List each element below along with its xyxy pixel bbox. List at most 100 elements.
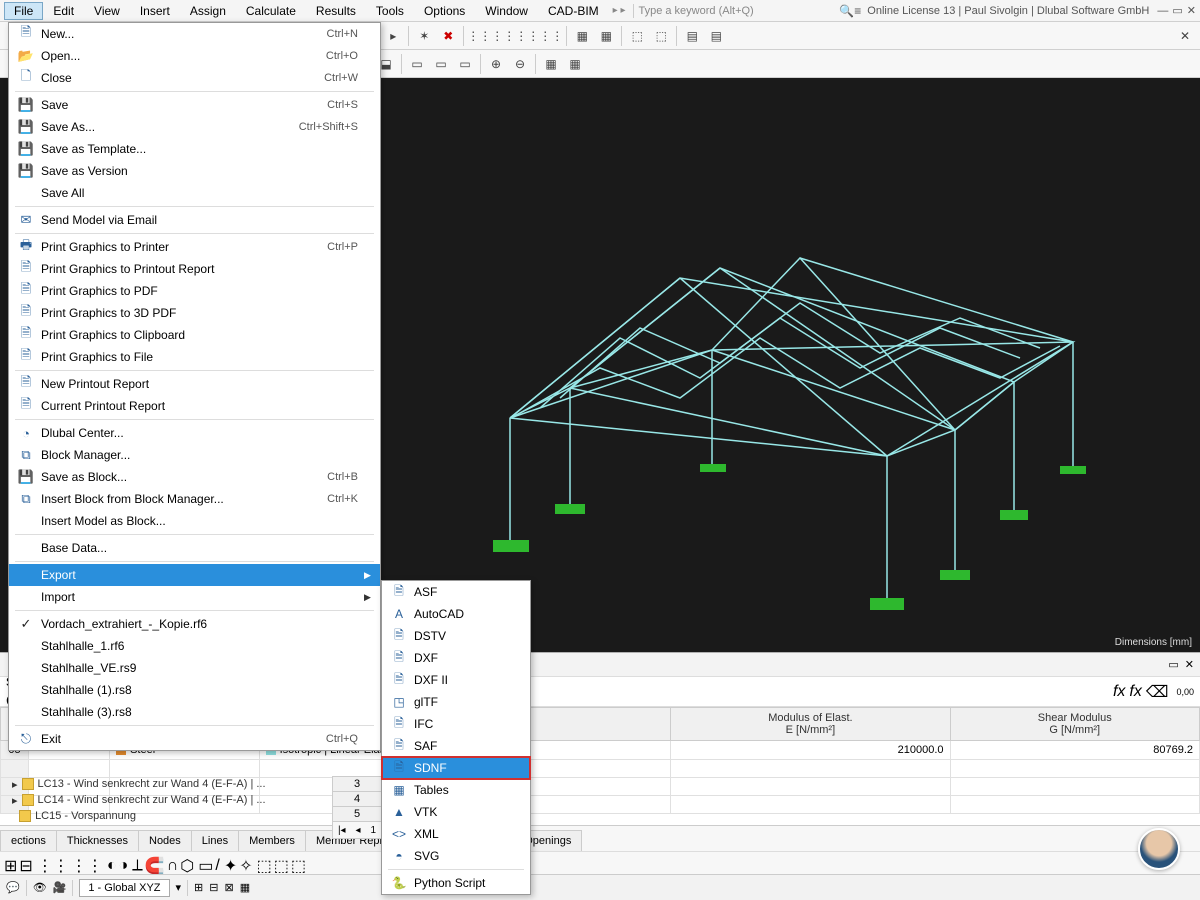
file-menu-item[interactable]: 💾Save as Block...Ctrl+B <box>9 466 380 488</box>
tb-generic-icon[interactable]: ⋮⋮ <box>468 25 490 47</box>
panel-max-icon[interactable]: ▭ <box>1168 658 1184 671</box>
window-min-icon[interactable]: — <box>1157 5 1172 17</box>
tb-generic-icon[interactable]: ▭ <box>198 856 213 876</box>
tb-generic-icon[interactable]: ◑ <box>118 857 128 875</box>
tb-snap-icon[interactable]: 🧲 <box>145 856 165 876</box>
tb-generic-icon[interactable]: ✦ <box>224 856 237 876</box>
file-menu-item[interactable]: Stahlhalle_1.rf6 <box>9 635 380 657</box>
tb-generic-icon[interactable]: ▭ <box>454 53 476 75</box>
export-item-ifc[interactable]: 🗎IFC <box>382 713 530 735</box>
file-menu-item[interactable]: Import▶ <box>9 586 380 608</box>
tb-generic-icon[interactable]: ⋮⋮ <box>37 856 69 876</box>
tb-generic-icon[interactable]: ▭ <box>430 53 452 75</box>
file-menu-item[interactable]: ✉Send Model via Email <box>9 209 380 231</box>
file-menu-item[interactable]: 📂Open...Ctrl+O <box>9 45 380 67</box>
export-item-dxf[interactable]: 🗎DXF <box>382 647 530 669</box>
tb-generic-icon[interactable]: ⊕ <box>485 53 507 75</box>
tree-item[interactable]: ▸LC14 - Wind senkrecht zur Wand 4 (E-F-A… <box>12 792 342 808</box>
file-menu-item[interactable]: 🗋CloseCtrl+W <box>9 67 380 89</box>
file-menu-item[interactable]: Stahlhalle (3).rs8 <box>9 701 380 723</box>
file-menu-item[interactable]: ⧉Insert Block from Block Manager...Ctrl+… <box>9 488 380 510</box>
menu-calculate[interactable]: Calculate <box>236 2 306 20</box>
file-menu-item[interactable]: 🗎New...Ctrl+N <box>9 23 380 45</box>
sb-generic-icon[interactable]: ⊠ <box>224 881 233 894</box>
menu-file[interactable]: File <box>4 2 43 20</box>
export-item-xml[interactable]: <>XML <box>382 823 530 845</box>
export-item-dxf-ii[interactable]: 🗎DXF II <box>382 669 530 691</box>
file-menu-item[interactable]: 💾Save as Version <box>9 160 380 182</box>
menu-view[interactable]: View <box>84 2 130 20</box>
tb-generic-icon[interactable]: ⋮⋮ <box>540 25 562 47</box>
tb-generic-icon[interactable]: ⬡ <box>180 856 194 876</box>
chevron-right-icon[interactable]: ▸ <box>382 25 404 47</box>
file-menu-item[interactable]: Base Data... <box>9 537 380 559</box>
tb-generic-icon[interactable]: ⬚ <box>291 856 306 876</box>
sb-eye-icon[interactable]: 👁 <box>33 881 47 894</box>
file-menu-item[interactable]: 🖶Print Graphics to PrinterCtrl+P <box>9 236 380 258</box>
file-menu-item[interactable]: Save All <box>9 182 380 204</box>
file-menu-item[interactable]: 🗎Print Graphics to Printout Report <box>9 258 380 280</box>
tb-generic-icon[interactable]: / <box>215 857 219 875</box>
tb-generic-icon[interactable]: ∩ <box>167 857 179 875</box>
file-menu-item[interactable]: ⧉Block Manager... <box>9 444 380 466</box>
tb-generic-icon[interactable]: ⬚ <box>626 25 648 47</box>
tb-generic-icon[interactable]: ⟂ <box>132 857 143 875</box>
menu-tools[interactable]: Tools <box>366 2 414 20</box>
col-G[interactable]: Shear Modulus G [N/mm²] <box>950 708 1200 741</box>
avatar[interactable] <box>1138 828 1180 870</box>
window-restore-icon[interactable]: ▭ <box>1172 4 1186 17</box>
tb-x-icon[interactable]: ✖ <box>437 25 459 47</box>
export-item-gltf[interactable]: ◳glTF <box>382 691 530 713</box>
file-menu-item[interactable]: 🗎Print Graphics to Clipboard <box>9 324 380 346</box>
col-E[interactable]: Modulus of Elast. E [N/mm²] <box>671 708 950 741</box>
file-menu-item[interactable]: 💾Save As...Ctrl+Shift+S <box>9 116 380 138</box>
file-menu-item[interactable]: Export▶ <box>9 564 380 586</box>
tb-clear-icon[interactable]: ⌫ <box>1146 682 1169 702</box>
nav-first-icon[interactable]: |◂ <box>338 825 346 836</box>
sb-generic-icon[interactable]: ▦ <box>240 881 250 894</box>
menu-assign[interactable]: Assign <box>180 2 236 20</box>
table-row[interactable] <box>1 760 1200 778</box>
coord-system[interactable]: 1 - Global XYZ <box>79 879 169 897</box>
menu-results[interactable]: Results <box>306 2 366 20</box>
chevron-down-icon[interactable]: ▾ <box>176 881 182 894</box>
file-menu-item[interactable]: 💾Save as Template... <box>9 138 380 160</box>
menu-options[interactable]: Options <box>414 2 475 20</box>
export-item-dstv[interactable]: 🗎DSTV <box>382 625 530 647</box>
tb-generic-icon[interactable]: ⬚ <box>274 856 289 876</box>
menu-cadbim[interactable]: CAD-BIM <box>538 2 609 20</box>
export-item-saf[interactable]: 🗎SAF <box>382 735 530 757</box>
tab-lines[interactable]: Lines <box>191 830 239 851</box>
window-close-icon[interactable]: ✕ <box>1187 4 1200 17</box>
file-menu-item[interactable]: 🗎Print Graphics to PDF <box>9 280 380 302</box>
export-item-asf[interactable]: 🗎ASF <box>382 581 530 603</box>
tb-generic-icon[interactable]: ⋮⋮ <box>492 25 514 47</box>
tb-generic-icon[interactable]: ✧ <box>239 856 252 876</box>
tab-members[interactable]: Members <box>238 830 306 851</box>
export-item-tables[interactable]: ▦Tables <box>382 779 530 801</box>
tb-generic-icon[interactable]: ◐ <box>107 857 117 875</box>
file-menu-item[interactable]: 🗎Current Printout Report <box>9 395 380 417</box>
nav-prev-icon[interactable]: ◂ <box>356 825 361 836</box>
tb-generic-icon[interactable]: ⋮⋮ <box>516 25 538 47</box>
menu-insert[interactable]: Insert <box>130 2 180 20</box>
tb-generic-icon[interactable]: ▦ <box>595 25 617 47</box>
file-menu-item[interactable]: 💾SaveCtrl+S <box>9 94 380 116</box>
tb-generic-icon[interactable]: ▦ <box>564 53 586 75</box>
file-menu-item[interactable]: 🗎Print Graphics to 3D PDF <box>9 302 380 324</box>
tab-nodes[interactable]: Nodes <box>138 830 192 851</box>
panel-close-icon[interactable]: ✕ <box>1185 658 1200 671</box>
tb-zero-icon[interactable]: 0,00 <box>1176 687 1194 697</box>
export-item-vtk[interactable]: ▲VTK <box>382 801 530 823</box>
export-item-autocad[interactable]: AAutoCAD <box>382 603 530 625</box>
search-icon[interactable]: 🔍≡ <box>839 4 867 18</box>
menu-edit[interactable]: Edit <box>43 2 84 20</box>
tab-thicknesses[interactable]: Thicknesses <box>56 830 139 851</box>
tb-generic-icon[interactable]: ▦ <box>571 25 593 47</box>
file-menu-item[interactable]: 🗎Print Graphics to File <box>9 346 380 368</box>
tree-item[interactable]: LC15 - Vorspannung <box>12 808 342 824</box>
file-menu-item[interactable]: ⎋ExitCtrl+Q <box>9 728 380 750</box>
sb-generic-icon[interactable]: ⊞ <box>194 881 203 894</box>
tb-generic-icon[interactable]: ⊞ <box>4 856 17 876</box>
tb-generic-icon[interactable]: ⬚ <box>650 25 672 47</box>
